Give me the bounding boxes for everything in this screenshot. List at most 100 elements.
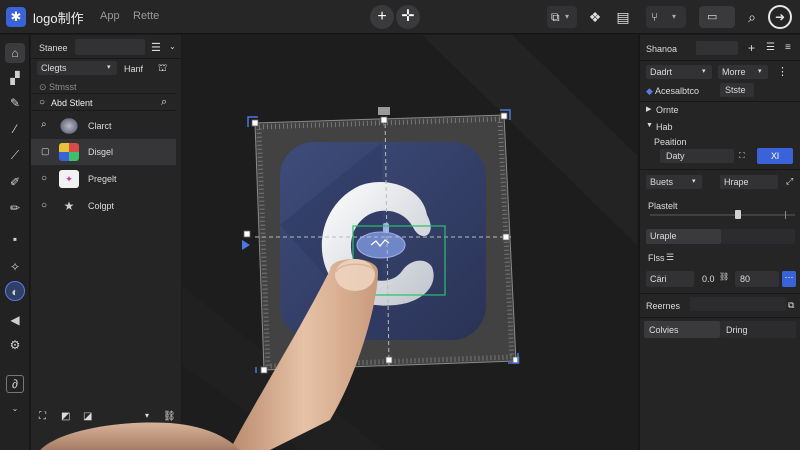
cat-icon[interactable]: ⛫ xyxy=(158,63,167,76)
home-icon[interactable]: ⌂ xyxy=(5,43,25,63)
layer-group-row[interactable]: ○ Abd Stlent ⌕ xyxy=(31,93,176,111)
divider xyxy=(640,317,800,318)
props-search-field[interactable] xyxy=(696,41,738,55)
expand-icon[interactable]: ⧉ xyxy=(788,300,794,311)
fill-icon[interactable]: ▪ xyxy=(5,229,25,249)
blends-value: Buets xyxy=(650,177,674,187)
reernes-field[interactable] xyxy=(690,297,786,311)
chevron-down-icon[interactable]: ⌄ xyxy=(169,42,176,51)
sparkle-icon[interactable]: ✧ xyxy=(5,257,25,277)
canvas[interactable] xyxy=(182,35,637,450)
chevron-down-icon[interactable]: ▾ xyxy=(145,411,149,420)
diamond-icon: ◆ xyxy=(646,86,653,96)
document-icon[interactable]: ▤ xyxy=(613,7,633,27)
square-icon[interactable]: ▢ xyxy=(41,146,50,157)
section-ornte[interactable]: Ornte xyxy=(656,105,679,115)
origin-marker xyxy=(242,240,250,250)
rotate-handle[interactable] xyxy=(378,107,390,115)
layers-toggle-icon[interactable]: ∂ xyxy=(6,375,24,393)
position-field[interactable]: Daty xyxy=(660,149,734,163)
uraple-value-field[interactable] xyxy=(721,229,795,244)
expand-icon[interactable]: ⤢ xyxy=(786,176,793,187)
list-item[interactable]: ○ ★ Colgpt xyxy=(31,193,176,219)
chevron-down-icon: ▾ xyxy=(692,178,696,185)
blends-dropdown[interactable]: Buets ▾ xyxy=(646,175,702,189)
link-icon[interactable]: ⛓ xyxy=(163,411,176,422)
list-icon[interactable]: ☰ xyxy=(151,41,161,54)
app-logo-icon[interactable]: ✱ xyxy=(6,7,26,27)
eye-icon[interactable]: ○ xyxy=(39,97,45,108)
section-label: Stmsst xyxy=(49,82,77,92)
go-button[interactable]: ➜ xyxy=(768,5,792,29)
accessibility-label: Acesalbtco xyxy=(655,86,700,96)
select-icon[interactable]: ⛶ xyxy=(39,411,46,422)
plugin-dropdown[interactable]: ⑂ ▾ xyxy=(646,6,686,28)
list-item[interactable]: ▢ Disgel xyxy=(31,139,176,165)
list-item[interactable]: ⌕ Clarct xyxy=(31,113,176,139)
filter-button[interactable]: Hanf xyxy=(124,64,143,74)
accessibility-value[interactable]: Stste xyxy=(720,83,754,97)
frame-dropdown[interactable]: ⧉ ▾ xyxy=(547,6,577,28)
hrape-field[interactable]: Hrape xyxy=(720,175,778,189)
share-button[interactable]: ▭ xyxy=(699,6,735,28)
position-confirm-button[interactable]: Xl xyxy=(757,148,793,164)
shapes-icon[interactable]: ▞ xyxy=(5,68,25,88)
copy-icon[interactable]: ◪ xyxy=(83,411,92,422)
list-item[interactable]: ○ ✦ Pregelt xyxy=(31,166,176,192)
chevron-down-icon[interactable]: ▼ xyxy=(646,122,653,129)
expand-icon[interactable]: ⛶ xyxy=(739,151,745,161)
search-icon[interactable]: ⌕ xyxy=(742,7,762,27)
move-icon[interactable]: ✛ xyxy=(396,5,420,29)
components-icon[interactable]: ❖ xyxy=(585,7,605,27)
top-bar: ✱ logo制作 App Rette + ✛ ⧉ ▾ ❖ ▤ ⑂ ▾ ▭ ⌕ ➜ xyxy=(0,0,800,34)
share-icon: ▭ xyxy=(707,11,718,23)
car-field[interactable]: Cäri xyxy=(646,271,694,287)
ellipse-tool-icon[interactable]: ◐ xyxy=(5,281,25,301)
center-handle[interactable] xyxy=(383,223,389,233)
props-tab[interactable]: Shanoa xyxy=(646,44,677,54)
plastelt-slider-thumb[interactable] xyxy=(735,210,741,219)
menu-app[interactable]: App xyxy=(100,10,120,22)
colvies-tab[interactable]: Colvies xyxy=(644,321,720,338)
eye-icon[interactable]: ○ xyxy=(41,200,47,211)
dropdown-dadrt[interactable]: Dadrt ▾ xyxy=(646,65,712,79)
car-label: Cäri xyxy=(650,274,667,284)
layers-bottom-toolbar: ⛶ ◩ ◪ ▾ ⛓ xyxy=(31,405,181,429)
brush-icon[interactable]: ⁄ xyxy=(5,119,25,139)
dring-tab[interactable]: Dring xyxy=(720,321,796,338)
uraple-value: Uraple xyxy=(650,231,677,241)
line-icon[interactable]: ⟋ xyxy=(5,145,25,165)
add-icon[interactable]: + xyxy=(370,5,394,29)
list-icon[interactable]: ☰ xyxy=(766,42,775,53)
layers-search-field[interactable] xyxy=(75,39,145,55)
layers-tab[interactable]: Stanee xyxy=(39,43,68,53)
search-icon[interactable]: ⌕ xyxy=(161,96,167,109)
layers-panel: Stanee ☰ ⌄ Clegts ▾ Hanf ⛫ ⊙ Stmsst ○ Ab… xyxy=(31,35,181,450)
plastelt-slider-track[interactable] xyxy=(650,214,795,216)
settings-icon[interactable]: ⚙ xyxy=(5,335,25,355)
flss-menu-icon[interactable]: ☰ xyxy=(666,252,674,263)
menu-rette[interactable]: Rette xyxy=(133,10,159,22)
pen-icon[interactable]: ✎ xyxy=(5,93,25,113)
chevron-right-icon[interactable]: ▶ xyxy=(646,105,651,113)
eyedropper-icon[interactable]: ✐ xyxy=(5,172,25,192)
layer-thumbnail xyxy=(59,143,79,161)
group-icon[interactable]: ◩ xyxy=(61,411,70,422)
more-icon[interactable]: ⋮ xyxy=(777,65,788,78)
divider xyxy=(640,293,800,294)
chevron-down-icon[interactable]: ⌄ xyxy=(5,399,25,419)
position-label: Peaition xyxy=(654,137,687,147)
dropdown-morre[interactable]: Morre ▾ xyxy=(718,65,768,79)
audio-icon[interactable]: ◀ xyxy=(5,310,25,330)
filter-icon[interactable]: ≡ xyxy=(785,42,791,53)
eye-icon[interactable]: ○ xyxy=(41,173,47,184)
car-value-2-field[interactable]: 80 xyxy=(735,271,779,287)
eraser-icon[interactable]: ✏ xyxy=(5,198,25,218)
search-icon[interactable]: ⌕ xyxy=(41,119,47,130)
filter-select[interactable]: Clegts ▾ xyxy=(37,61,117,75)
car-more-button[interactable]: ⋯ xyxy=(782,271,796,287)
uraple-field[interactable]: Uraple xyxy=(646,229,721,244)
link-icon[interactable]: ⛓ xyxy=(719,272,729,281)
add-icon[interactable]: + xyxy=(748,41,755,55)
section-hab[interactable]: Hab xyxy=(656,122,673,132)
